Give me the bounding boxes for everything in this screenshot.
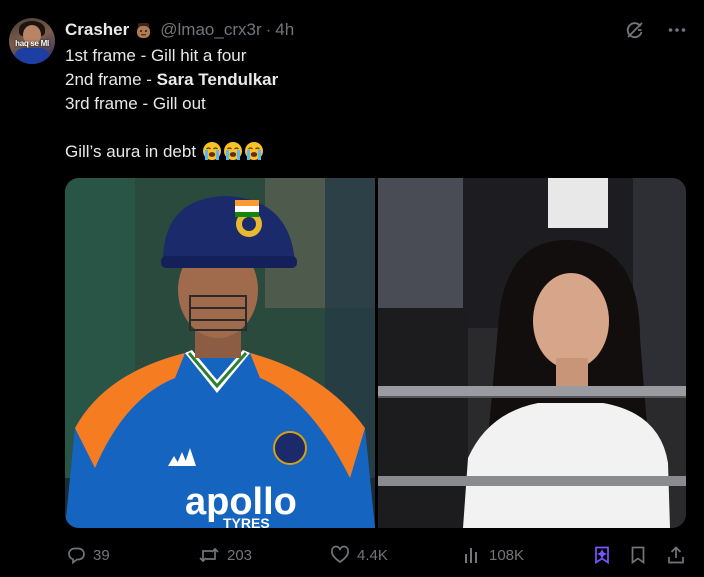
tweet: haq se MI Crasher @lmao_crx3r · 4h 1st f… [0,0,704,577]
photo-cricketer[interactable]: apollo TYRES [65,178,375,528]
separator-dot: · [265,20,272,39]
avatar-caption: haq se MI [15,39,49,48]
top-right-actions [624,19,688,41]
avatar-shirt [14,48,50,64]
sponsor-logo-subtext: TYRES [223,515,270,528]
bookmark-button[interactable] [628,543,648,567]
like-count: 4.4K [357,546,388,564]
repost-count: 203 [227,546,253,564]
repost-button[interactable]: 203 [198,543,252,567]
tweet-header: Crasher @lmao_crx3r · 4h [65,19,294,41]
ai-bookmark-icon [595,546,609,565]
reply-icon [68,547,85,565]
share-button[interactable] [666,543,686,567]
photo-spectator[interactable] [378,178,686,528]
media-image[interactable]: apollo TYRES [65,178,686,528]
more-options-icon[interactable] [666,19,688,41]
crying-emoji-group [201,142,264,161]
repost-icon [199,547,219,563]
loudly-crying-face-icon [202,142,221,160]
reply-button[interactable]: 39 [66,543,110,567]
like-button[interactable]: 4.4K [330,543,388,567]
views-button[interactable]: 108K [462,543,524,567]
grok-icon[interactable] [624,19,646,41]
heart-icon [331,545,349,564]
tweet-text: 1st frame - Gill hit a four 2nd frame - … [65,44,278,164]
tweet-line-3: 3rd frame - Gill out [65,94,206,113]
avatar[interactable]: haq se MI [9,18,55,64]
action-bar: 39 203 4.4K 108K [65,543,692,567]
share-icon [668,546,684,564]
tweet-time[interactable]: 4h [275,20,294,40]
reply-count: 39 [93,546,110,564]
analytics-icon [465,548,477,563]
tweet-line-1: 1st frame - Gill hit a four [65,46,247,65]
mention-text: Sara Tendulkar [156,70,279,89]
author-handle[interactable]: @lmao_crx3r [160,20,261,40]
grok-bookmark-button[interactable] [592,543,612,567]
man-emoji-icon [135,22,152,39]
bookmark-icon [631,546,645,565]
view-count: 108K [489,546,525,564]
loudly-crying-face-icon [223,142,242,160]
tweet-line-5: Gill’s aura in debt [65,140,278,164]
author-name[interactable]: Crasher [65,20,129,40]
loudly-crying-face-icon [244,142,263,160]
tweet-line-2: 2nd frame - Sara Tendulkar [65,70,279,89]
